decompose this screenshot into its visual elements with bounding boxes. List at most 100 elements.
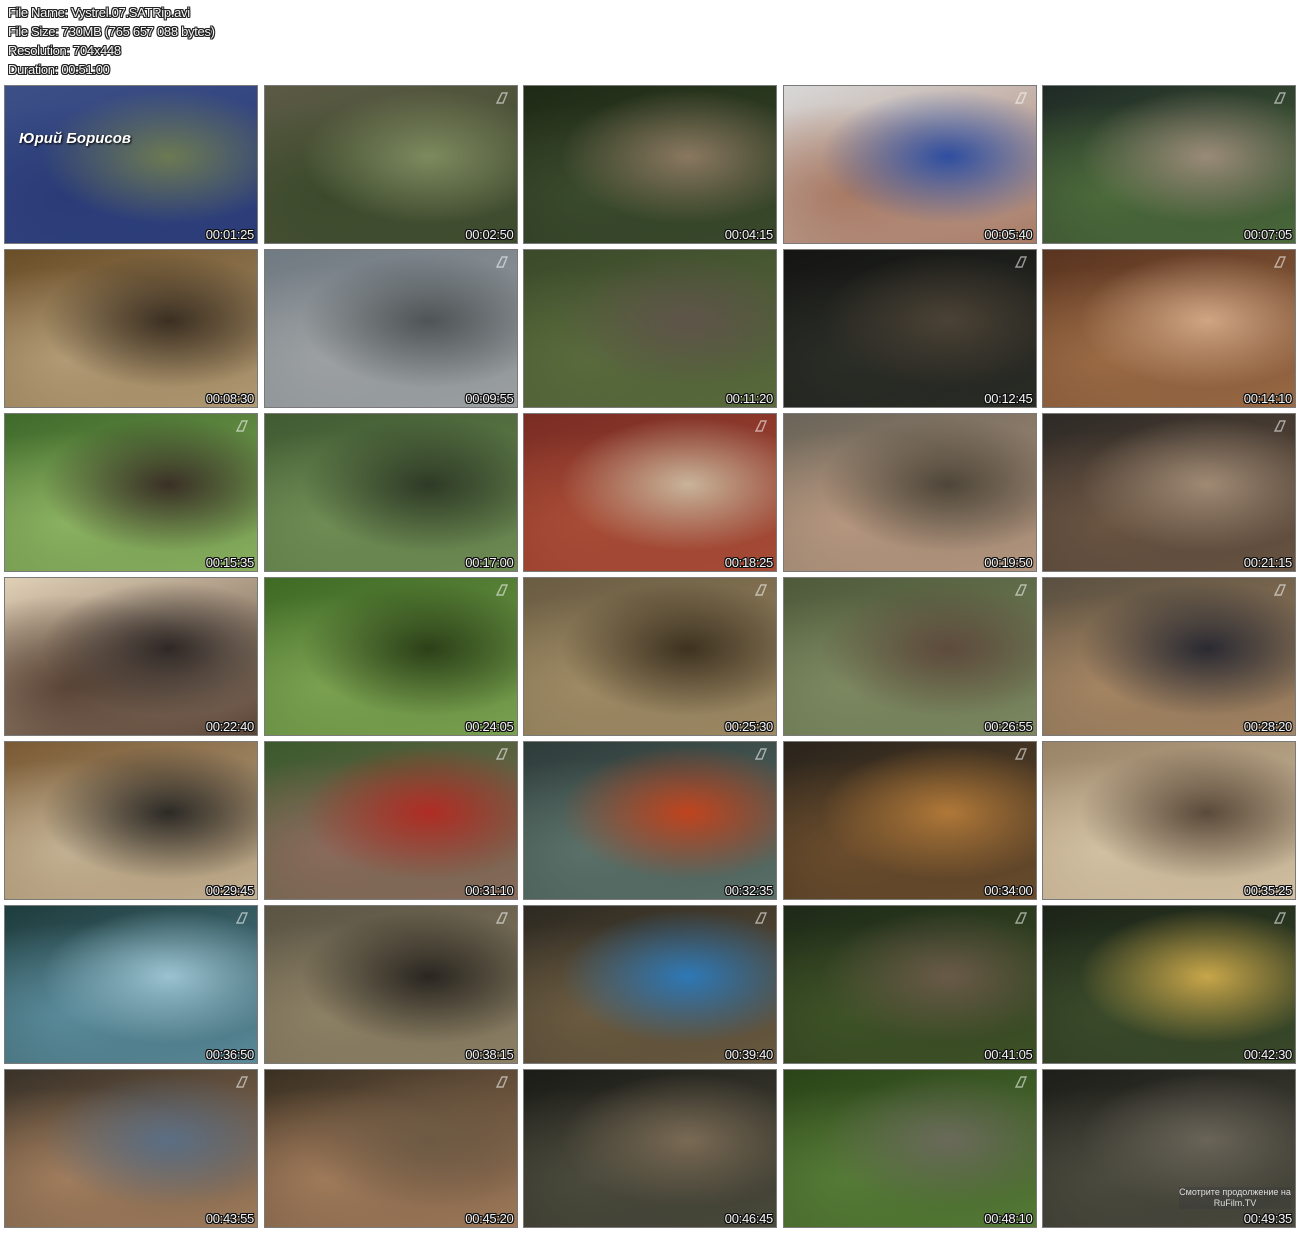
video-thumbnail: 00:45:20 <box>263 1069 518 1228</box>
timecode-label: 00:28:20 <box>1243 719 1293 734</box>
video-thumbnail: 00:12:45 <box>782 249 1037 408</box>
video-thumbnail: Юрий Борисов 00:01:25 <box>4 85 258 244</box>
timecode-label: 00:22:40 <box>205 719 255 734</box>
channel-logo-icon <box>754 912 768 924</box>
frame-image <box>264 250 517 407</box>
timecode-label: 00:48:10 <box>984 1211 1033 1226</box>
video-thumbnail: 00:26:55 <box>782 577 1037 736</box>
timecode-label: 00:35:25 <box>1243 883 1293 898</box>
frame-image <box>524 250 776 407</box>
video-thumbnail: 00:25:30 <box>523 577 777 736</box>
timecode-label: 00:07:05 <box>1243 227 1293 242</box>
frame-image <box>524 414 776 571</box>
duration-line: Duration: 00:51:00 <box>8 62 110 77</box>
video-thumbnail: 00:14:10 <box>1042 249 1296 408</box>
video-thumbnail: 00:28:20 <box>1042 577 1296 736</box>
video-thumbnail: 00:22:40 <box>4 577 258 736</box>
frame-image <box>524 578 776 735</box>
timecode-label: 00:24:05 <box>465 719 514 734</box>
frame-image <box>783 1070 1036 1227</box>
timecode-label: 00:04:15 <box>724 227 774 242</box>
channel-logo-icon <box>1014 584 1027 596</box>
timecode-label: 00:26:55 <box>984 719 1033 734</box>
video-thumbnail: 00:46:45 <box>523 1069 777 1228</box>
timecode-label: 00:21:15 <box>1243 555 1293 570</box>
video-thumbnail: 00:02:50 <box>263 85 518 244</box>
channel-logo-icon <box>235 1076 249 1088</box>
frame-image <box>5 742 257 899</box>
file-size-line: File Size: 730MB (765 657 088 bytes) <box>8 24 215 39</box>
timecode-label: 00:18:25 <box>724 555 774 570</box>
video-thumbnail: 00:05:40 <box>782 85 1037 244</box>
channel-logo-icon <box>495 584 508 596</box>
frame-image <box>1043 906 1295 1063</box>
frame-image <box>5 906 257 1063</box>
timecode-label: 00:11:20 <box>725 391 774 406</box>
frame-image <box>264 86 517 243</box>
channel-logo-icon <box>495 92 508 104</box>
channel-logo-icon <box>1273 420 1287 432</box>
channel-logo-icon <box>1014 256 1027 268</box>
channel-logo-icon <box>1273 584 1287 596</box>
timecode-label: 00:29:45 <box>205 883 255 898</box>
frame-image <box>783 742 1036 899</box>
frame-image <box>264 1070 517 1227</box>
channel-logo-icon <box>1014 1076 1027 1088</box>
timecode-label: 00:45:20 <box>465 1211 514 1226</box>
video-thumbnail: 00:36:50 <box>4 905 258 1064</box>
frame-image <box>524 86 776 243</box>
timecode-label: 00:31:10 <box>465 883 514 898</box>
video-thumbnail: 00:35:25 <box>1042 741 1296 900</box>
timecode-label: 00:12:45 <box>984 391 1033 406</box>
site-watermark: Смотрите продолжение на RuFilm.TV <box>1179 1187 1291 1209</box>
channel-logo-icon <box>1014 912 1027 924</box>
timecode-label: 00:39:40 <box>724 1047 774 1062</box>
timecode-label: 00:42:30 <box>1243 1047 1293 1062</box>
video-thumbnail: 00:43:55 <box>4 1069 258 1228</box>
channel-logo-icon <box>495 748 508 760</box>
frame-image <box>1043 414 1295 571</box>
frame-image <box>5 250 257 407</box>
frame-image <box>5 1070 257 1227</box>
video-thumbnail: 00:18:25 <box>523 413 777 572</box>
frame-image <box>264 414 517 571</box>
channel-logo-icon <box>495 1076 508 1088</box>
frame-image <box>264 742 517 899</box>
timecode-label: 00:15:35 <box>205 555 255 570</box>
frame-image <box>524 906 776 1063</box>
frame-image <box>5 578 257 735</box>
timecode-label: 00:02:50 <box>465 227 514 242</box>
video-thumbnail: 00:41:05 <box>782 905 1037 1064</box>
video-thumbnail: 00:39:40 <box>523 905 777 1064</box>
video-thumbnail: Смотрите продолжение на RuFilm.TV 00:49:3… <box>1042 1069 1296 1228</box>
frame-image <box>783 906 1036 1063</box>
video-thumbnail: 00:17:00 <box>263 413 518 572</box>
video-thumbnail: 00:38:15 <box>263 905 518 1064</box>
timecode-label: 00:05:40 <box>984 227 1033 242</box>
channel-logo-icon <box>1273 256 1287 268</box>
file-info: File Name: Vystrel.07.SATRip.avi File Si… <box>8 3 215 79</box>
timecode-label: 00:41:05 <box>984 1047 1033 1062</box>
frame-image <box>1043 86 1295 243</box>
frame-image <box>1043 250 1295 407</box>
timecode-label: 00:34:00 <box>984 883 1033 898</box>
video-thumbnail: 00:09:55 <box>263 249 518 408</box>
frame-image <box>783 414 1036 571</box>
timecode-label: 00:43:55 <box>205 1211 255 1226</box>
frame-image <box>524 1070 776 1227</box>
video-thumbnail: 00:07:05 <box>1042 85 1296 244</box>
timecode-label: 00:32:35 <box>724 883 774 898</box>
timecode-label: 00:19:50 <box>984 555 1033 570</box>
video-thumbnail: 00:19:50 <box>782 413 1037 572</box>
channel-logo-icon <box>754 420 768 432</box>
timecode-label: 00:38:15 <box>465 1047 514 1062</box>
video-thumbnail: 00:48:10 <box>782 1069 1037 1228</box>
frame-image <box>783 250 1036 407</box>
video-thumbnail: 00:08:30 <box>4 249 258 408</box>
timecode-label: 00:46:45 <box>724 1211 774 1226</box>
channel-logo-icon <box>754 748 768 760</box>
channel-logo-icon <box>495 256 508 268</box>
timecode-label: 00:25:30 <box>724 719 774 734</box>
credit-caption: Юрий Борисов <box>19 130 131 147</box>
timecode-label: 00:08:30 <box>205 391 255 406</box>
